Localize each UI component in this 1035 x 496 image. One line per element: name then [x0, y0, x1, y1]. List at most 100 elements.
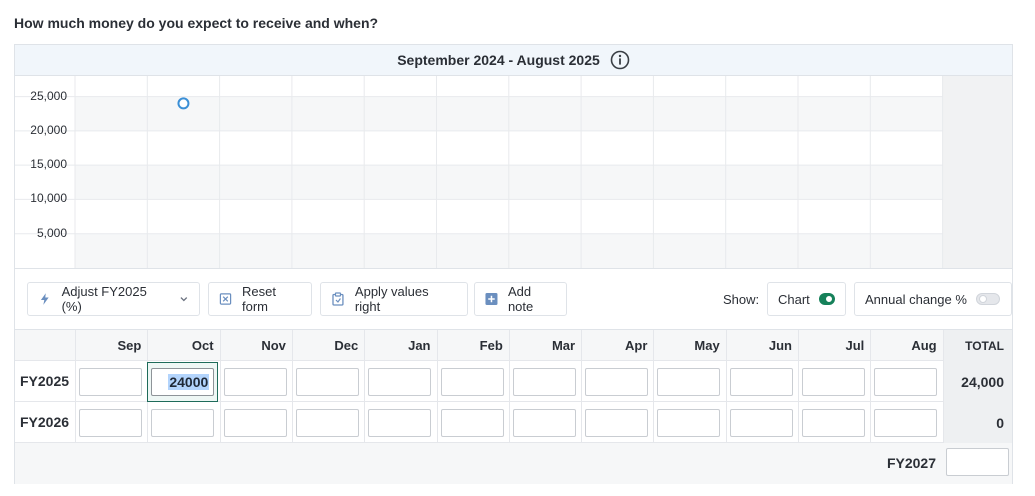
column-divider [581, 402, 583, 443]
row-total: 24,000 [943, 361, 1012, 402]
toolbar: Adjust FY2025 (%) Reset form Apply value… [15, 268, 1012, 329]
value-input-jun[interactable] [729, 368, 793, 396]
column-divider [508, 330, 510, 361]
forecast-panel: September 2024 - August 2025 25,000 20,00… [14, 44, 1013, 484]
value-input-dec[interactable] [295, 409, 359, 437]
value-input-sep[interactable] [79, 368, 142, 396]
chart-area: 25,000 20,000 15,000 10,000 5,000 [15, 76, 1012, 268]
column-divider [291, 402, 293, 443]
month-header-row: TOTAL Sep Oct Nov Dec Jan Feb Mar Apr May Jun Jul A… [15, 330, 1012, 361]
reset-icon [219, 293, 232, 305]
y-tick-label: 5,000 [36, 225, 67, 240]
chart-toggle[interactable]: Chart [767, 282, 846, 316]
period-header: September 2024 - August 2025 [15, 45, 1012, 76]
value-input-apr[interactable] [585, 368, 649, 396]
month-header-oct: Oct [191, 338, 214, 353]
column-divider [75, 330, 76, 361]
column-divider [653, 361, 655, 402]
annual-toggle-label: Annual change % [865, 291, 967, 307]
month-header-apr: Apr [625, 338, 648, 353]
value-input-aug[interactable] [874, 368, 938, 396]
column-divider [725, 402, 727, 443]
value-input-jan[interactable] [368, 409, 432, 437]
clipboard-icon [332, 292, 344, 306]
value-input-aug[interactable] [874, 409, 938, 437]
column-divider [653, 330, 655, 361]
column-divider [291, 361, 293, 402]
apply-label: Apply values right [354, 284, 429, 314]
annual-change-toggle[interactable]: Annual change % [854, 282, 1012, 316]
add-note-button[interactable]: Add note [474, 282, 567, 316]
month-header-jun: Jun [768, 338, 792, 353]
value-input-jul[interactable] [802, 409, 865, 437]
month-header-jul: Jul [845, 338, 865, 353]
y-tick-label: 25,000 [30, 88, 67, 103]
column-divider [364, 402, 366, 443]
total-column-shade [942, 76, 1012, 268]
value-input-apr[interactable] [585, 409, 649, 437]
month-header-sep: Sep [117, 338, 142, 353]
y-tick-label: 15,000 [30, 157, 67, 172]
y-tick-label: 20,000 [30, 122, 67, 137]
value-input-oct[interactable]: 24000 [151, 368, 215, 396]
month-header-nov: Nov [261, 338, 286, 353]
lightning-icon [40, 293, 49, 305]
value-input-jun[interactable] [729, 409, 793, 437]
column-divider [942, 402, 944, 443]
fy2027-row: FY2027 [15, 443, 1012, 484]
info-icon[interactable] [610, 50, 630, 70]
column-divider [219, 361, 221, 402]
add-note-icon [485, 292, 498, 306]
apply-values-right-button[interactable]: Apply values right [320, 282, 468, 316]
column-divider [219, 330, 221, 361]
column-divider [725, 361, 727, 402]
value-input-may[interactable] [657, 368, 721, 396]
value-input-dec[interactable] [295, 368, 359, 396]
selected-value: 24000 [168, 374, 210, 390]
reset-label: Reset form [242, 284, 276, 314]
value-input-jan[interactable] [368, 368, 432, 396]
table-row: FY2025 24,000 24000 [15, 361, 1012, 402]
data-point [177, 97, 190, 110]
column-divider [364, 361, 366, 402]
column-divider [508, 361, 510, 402]
chart-toggle-switch[interactable] [818, 293, 835, 305]
value-input-feb[interactable] [440, 409, 504, 437]
row-label-fy2026: FY2026 [20, 414, 70, 430]
column-divider [436, 402, 438, 443]
column-divider [942, 361, 944, 402]
column-divider [653, 402, 655, 443]
value-input-mar[interactable] [512, 409, 576, 437]
y-tick-label: 10,000 [30, 191, 67, 206]
value-input-nov[interactable] [223, 368, 287, 396]
value-input-oct[interactable] [151, 409, 215, 437]
column-divider [798, 402, 799, 443]
column-divider [364, 330, 366, 361]
annual-toggle-switch[interactable] [975, 293, 1000, 305]
forecast-table: TOTAL Sep Oct Nov Dec Jan Feb Mar Apr May Jun Jul A… [15, 329, 1012, 484]
value-input-mar[interactable] [512, 368, 576, 396]
month-header-dec: Dec [334, 338, 359, 353]
column-divider [725, 330, 727, 361]
value-input-jul[interactable] [802, 368, 865, 396]
fy2027-input[interactable] [946, 448, 1009, 476]
column-divider [581, 361, 583, 402]
column-divider [75, 402, 76, 443]
page-question: How much money do you expect to receive … [14, 15, 379, 31]
column-divider [798, 330, 799, 361]
value-input-nov[interactable] [223, 409, 287, 437]
column-divider [798, 361, 799, 402]
value-input-sep[interactable] [79, 409, 142, 437]
adjust-fy2025-dropdown[interactable]: Adjust FY2025 (%) [27, 282, 200, 316]
column-divider [147, 330, 149, 361]
value-input-may[interactable] [657, 409, 721, 437]
month-header-jan: Jan [408, 338, 431, 353]
row-total: 0 [943, 402, 1012, 443]
month-header-aug: Aug [911, 338, 937, 353]
value-input-feb[interactable] [440, 368, 504, 396]
reset-form-button[interactable]: Reset form [208, 282, 312, 316]
column-divider [75, 361, 76, 402]
month-header-mar: Mar [551, 338, 576, 353]
chart-toggle-label: Chart [778, 291, 810, 307]
period-label: September 2024 - August 2025 [397, 52, 600, 68]
